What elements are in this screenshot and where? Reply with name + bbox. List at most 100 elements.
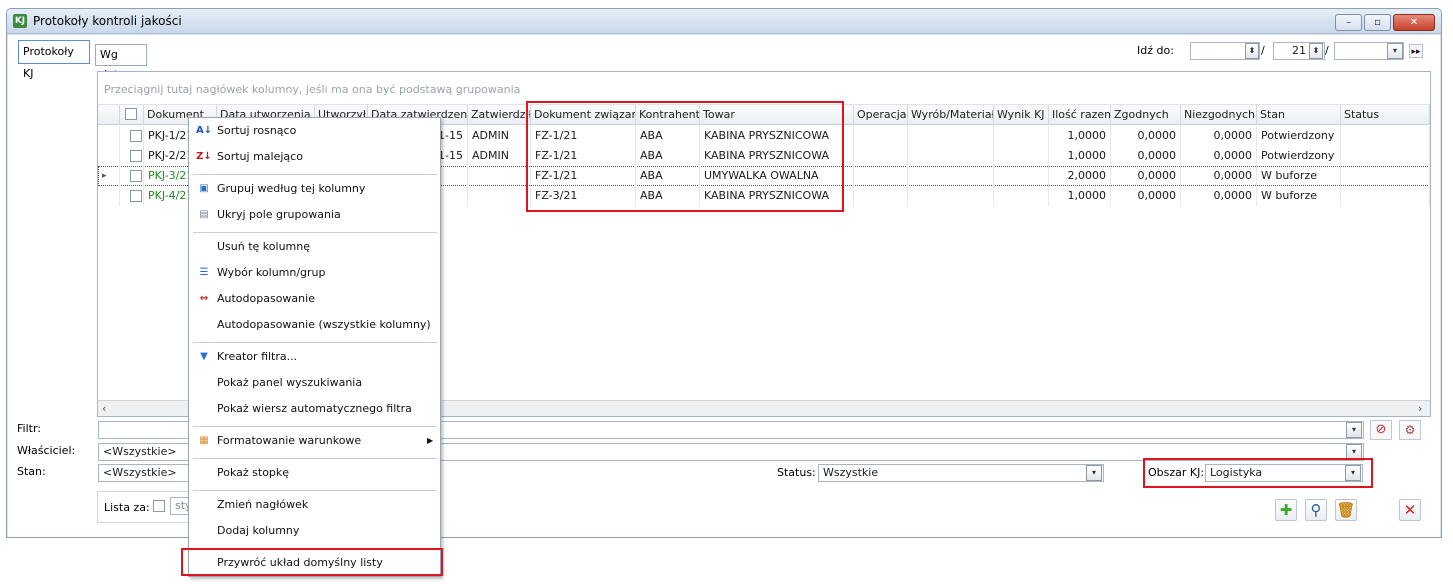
menu-item[interactable]: Usuń tę kolumnę bbox=[189, 236, 440, 258]
state-select[interactable]: <Wszystkie> bbox=[98, 464, 190, 482]
grid-cell bbox=[994, 146, 1049, 166]
minimize-button[interactable]: – bbox=[1335, 14, 1362, 31]
menu-item[interactable]: Pokaż stopkę bbox=[189, 462, 440, 484]
select-all-checkbox[interactable] bbox=[120, 105, 144, 125]
chevron-down-icon[interactable]: ▾ bbox=[1345, 465, 1361, 481]
grid-cell bbox=[1341, 166, 1430, 186]
state-label: Stan: bbox=[17, 465, 46, 478]
chevron-down-icon[interactable]: ▾ bbox=[1086, 465, 1102, 481]
row-checkbox[interactable] bbox=[120, 126, 144, 146]
grid-cell bbox=[1341, 126, 1430, 146]
menu-item[interactable]: ▤ Ukryj pole grupowania bbox=[189, 204, 440, 226]
clear-filter-icon[interactable]: ⊘ bbox=[1370, 420, 1392, 440]
autofit-icon: ↔ bbox=[199, 293, 209, 304]
col-zgodnych[interactable]: Zgodnych bbox=[1111, 105, 1181, 125]
app-icon: KJ bbox=[13, 14, 27, 28]
status-select[interactable]: Wszystkie bbox=[818, 464, 1104, 482]
area-kj-select[interactable]: Logistyka bbox=[1205, 464, 1363, 482]
cell-nok: 0,0000 bbox=[1181, 186, 1257, 206]
menu-item[interactable]: Dodaj kolumny bbox=[189, 520, 440, 542]
cell-ok: 0,0000 bbox=[1111, 126, 1181, 146]
area-kj-label: Obszar KJ: bbox=[1148, 466, 1205, 479]
cell-nok: 0,0000 bbox=[1181, 126, 1257, 146]
col-zatwierdzil[interactable]: Zatwierdził bbox=[468, 105, 531, 125]
close-icon[interactable]: ✕ bbox=[1399, 499, 1421, 521]
menu-item[interactable]: ↔ Autodopasowanie bbox=[189, 288, 440, 310]
col-wynik-kj[interactable]: Wynik KJ bbox=[994, 105, 1049, 125]
tab-wg-daty[interactable]: Wg daty bbox=[95, 44, 147, 81]
highlight-restore-layout bbox=[181, 548, 443, 576]
cell-approver bbox=[468, 166, 531, 186]
menu-item-label: Wybór kolumn/grup bbox=[217, 266, 326, 279]
col-ilosc-razem[interactable]: Ilość razem bbox=[1049, 105, 1111, 125]
title-bar: KJ Protokoły kontroli jakości – ▫ ✕ bbox=[7, 9, 1441, 34]
col-wyrob-material[interactable]: Wyrób/Materiał bbox=[908, 105, 994, 125]
grid-cell bbox=[854, 166, 908, 186]
row-checkbox[interactable] bbox=[120, 166, 144, 186]
menu-item-label: Ukryj pole grupowania bbox=[217, 208, 341, 221]
cell-state: Potwierdzony bbox=[1257, 146, 1341, 166]
col-status[interactable]: Status bbox=[1341, 105, 1430, 125]
cell-state: W buforze bbox=[1257, 186, 1341, 206]
menu-item[interactable]: Z↓ Sortuj malejąco bbox=[189, 146, 440, 168]
menu-item-label: Sortuj malejąco bbox=[217, 150, 303, 163]
chevron-down-icon[interactable]: ▾ bbox=[1387, 43, 1403, 59]
menu-item-label: Pokaż panel wyszukiwania bbox=[217, 376, 363, 389]
group-by-icon: ▣ bbox=[199, 183, 209, 194]
cell-total: 1,0000 bbox=[1049, 186, 1111, 206]
chevron-down-icon[interactable]: ▾ bbox=[1346, 422, 1362, 438]
grid-cell bbox=[854, 186, 908, 206]
menu-item[interactable]: Pokaż panel wyszukiwania bbox=[189, 372, 440, 394]
menu-item[interactable]: Autodopasowanie (wszystkie kolumny) bbox=[189, 314, 440, 336]
col-operacja[interactable]: Operacja bbox=[854, 105, 908, 125]
grid-cell bbox=[908, 166, 994, 186]
row-checkbox[interactable] bbox=[120, 146, 144, 166]
menu-item[interactable]: Pokaż wiersz automatycznego filtra bbox=[189, 398, 440, 420]
menu-item-label: Grupuj według tej kolumny bbox=[217, 182, 366, 195]
goto-year-spinner[interactable]: ⬍ bbox=[1309, 43, 1323, 59]
tab-protokoly-kj[interactable]: Protokoły KJ bbox=[18, 40, 90, 80]
cell-total: 1,0000 bbox=[1049, 126, 1111, 146]
menu-separator bbox=[193, 174, 437, 175]
go-next-icon[interactable]: ▸▸ bbox=[1409, 44, 1423, 58]
menu-item[interactable]: ▼ Kreator filtra... bbox=[189, 346, 440, 368]
menu-item-label: Pokaż stopkę bbox=[217, 466, 290, 479]
col-stan[interactable]: Stan bbox=[1257, 105, 1341, 125]
maximize-button[interactable]: ▫ bbox=[1364, 14, 1391, 31]
filter-builder-icon[interactable]: ⚙ bbox=[1399, 420, 1421, 440]
row-checkbox[interactable] bbox=[120, 186, 144, 206]
menu-separator bbox=[193, 342, 437, 343]
menu-item[interactable]: ▦ Formatowanie warunkowe ▶ bbox=[189, 430, 440, 452]
grid-cell bbox=[854, 126, 908, 146]
menu-item[interactable]: Zmień nagłówek bbox=[189, 494, 440, 516]
add-icon[interactable]: ✚ bbox=[1275, 499, 1297, 521]
cell-nok: 0,0000 bbox=[1181, 166, 1257, 186]
grid-cell bbox=[98, 146, 120, 166]
menu-item-label: Zmień nagłówek bbox=[217, 498, 309, 511]
grid-cell bbox=[908, 146, 994, 166]
filter-label: Filtr: bbox=[17, 422, 41, 435]
sort-descending-icon: Z↓ bbox=[196, 151, 212, 162]
close-window-button[interactable]: ✕ bbox=[1393, 14, 1435, 31]
owner-label: Właściciel: bbox=[17, 444, 76, 457]
trash-icon[interactable]: 🗑 bbox=[1335, 499, 1357, 521]
goto-day-spinner[interactable]: ⬍ bbox=[1245, 43, 1259, 59]
menu-item-label: Formatowanie warunkowe bbox=[217, 434, 362, 447]
cell-ok: 0,0000 bbox=[1111, 186, 1181, 206]
list-for-label: Lista za: bbox=[104, 501, 150, 514]
grid-cell bbox=[98, 126, 120, 146]
menu-item[interactable]: A↓ Sortuj rosnąco bbox=[189, 120, 440, 142]
cell-nok: 0,0000 bbox=[1181, 146, 1257, 166]
grid-cell bbox=[98, 186, 120, 206]
group-panel-hint[interactable]: Przeciągnij tutaj nagłówek kolumny, jeśl… bbox=[104, 83, 520, 96]
menu-item[interactable]: ▣ Grupuj według tej kolumny bbox=[189, 178, 440, 200]
scroll-left-icon[interactable]: ‹ bbox=[102, 402, 106, 415]
menu-item[interactable]: ☰ Wybór kolumn/grup bbox=[189, 262, 440, 284]
grid-cell bbox=[908, 126, 994, 146]
search-icon[interactable]: ⚲ bbox=[1305, 499, 1327, 521]
list-for-checkbox[interactable] bbox=[153, 500, 165, 512]
scroll-right-icon[interactable]: › bbox=[1418, 402, 1422, 415]
col-niezgodnych[interactable]: Niezgodnych bbox=[1181, 105, 1257, 125]
grid-cell bbox=[994, 166, 1049, 186]
hide-group-panel-icon: ▤ bbox=[199, 209, 209, 220]
